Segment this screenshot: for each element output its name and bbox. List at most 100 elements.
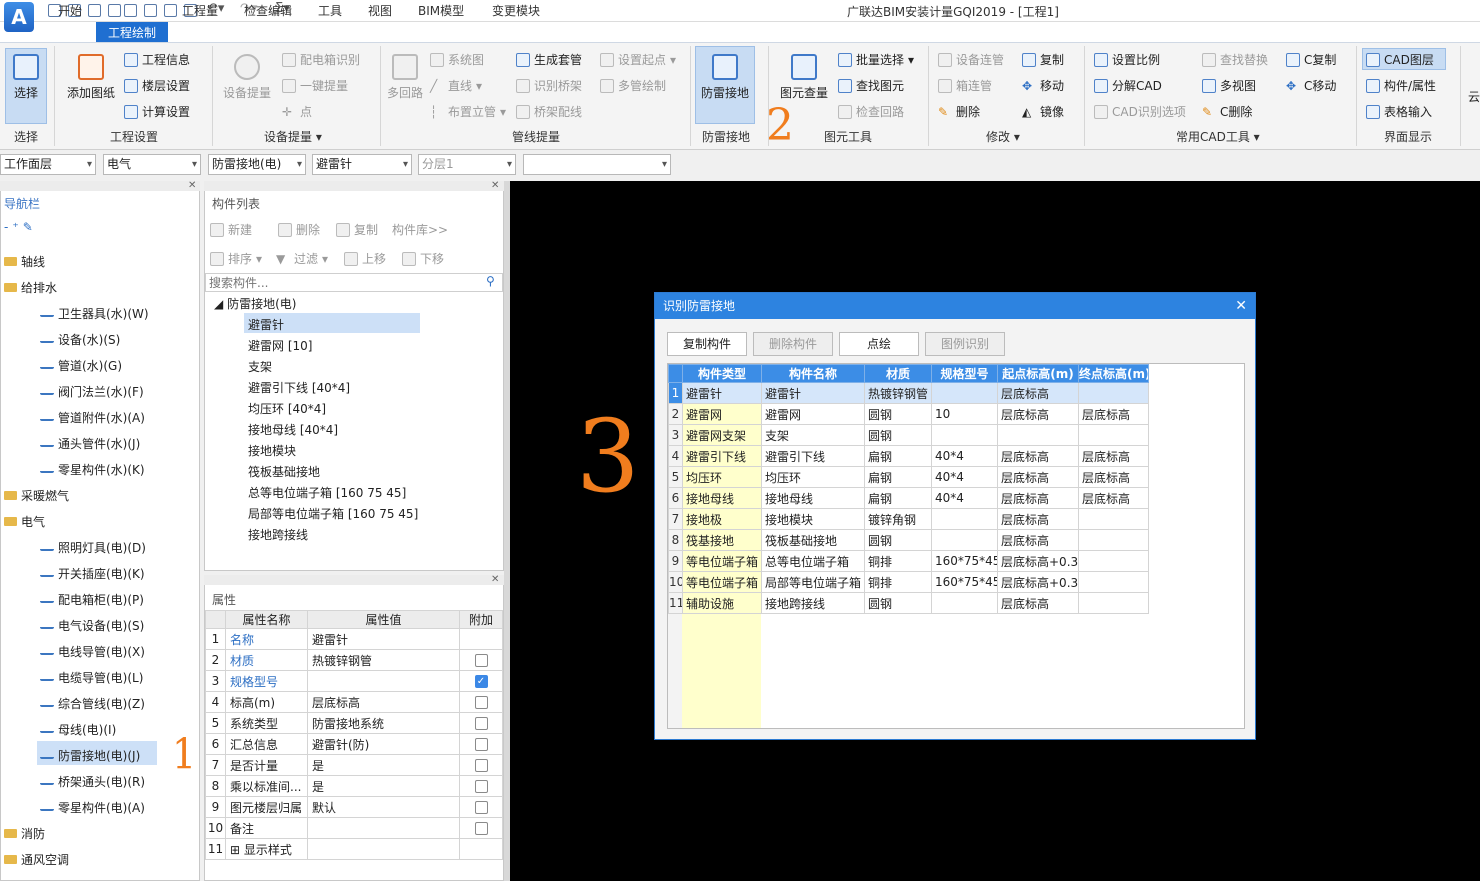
grid-cell[interactable]: 避雷网支架 — [682, 424, 762, 446]
edit-icon[interactable]: ✎ — [23, 220, 37, 234]
close-icon[interactable]: ✕ — [491, 574, 499, 585]
grid-cell[interactable]: 接地母线 — [761, 487, 865, 509]
grid-cell[interactable]: 避雷针 — [761, 382, 865, 404]
tree-item[interactable]: 接地跨接线 — [248, 526, 308, 543]
grid-cell[interactable]: 层底标高 — [1078, 487, 1149, 509]
tree-item[interactable]: 避雷针 — [248, 316, 284, 333]
component-search-input[interactable] — [205, 273, 503, 292]
delete-component-button[interactable]: 删除 — [278, 221, 320, 238]
property-value[interactable] — [307, 670, 460, 692]
menu-bim[interactable]: BIM模型 — [418, 2, 464, 19]
close-icon[interactable]: ✕ — [491, 180, 499, 191]
grid-cell[interactable]: 层底标高 — [997, 592, 1079, 614]
export-icon[interactable] — [124, 4, 137, 17]
one-key-button[interactable]: 一键提量 — [282, 77, 348, 94]
grid-cell[interactable]: 扁钢 — [864, 487, 932, 509]
nav-item[interactable]: 开关插座(电)(K) — [40, 560, 145, 586]
set-scale-button[interactable]: 设置比例 — [1094, 51, 1160, 68]
extra-select[interactable] — [523, 154, 671, 175]
expand-icon[interactable]: ⁺ — [12, 220, 22, 234]
multi-view-button[interactable]: 多视图 — [1202, 77, 1256, 94]
tree-item[interactable]: 接地模块 — [248, 442, 296, 459]
calc-icon[interactable] — [164, 4, 177, 17]
grid-cell[interactable]: 层底标高 — [1078, 466, 1149, 488]
calc-settings-button[interactable]: 计算设置 — [124, 103, 190, 120]
identify-tray-button[interactable]: 识别桥架 — [516, 77, 582, 94]
grid-cell[interactable]: 总等电位端子箱 — [761, 550, 865, 572]
cad-icon[interactable] — [108, 4, 121, 17]
nav-item[interactable]: 设备(水)(S) — [40, 326, 120, 352]
menu-start[interactable]: 开始 — [58, 2, 82, 19]
library-button[interactable]: 构件库>> — [392, 221, 448, 238]
property-value[interactable]: 避雷针(防) — [307, 733, 460, 755]
grid-cell[interactable] — [1078, 529, 1149, 551]
sort-button[interactable]: 排序 ▾ — [210, 250, 262, 267]
grid-cell[interactable]: 支架 — [761, 424, 865, 446]
nav-group[interactable]: 轴线 — [4, 248, 45, 274]
grid-cell[interactable]: 160*75*45 — [931, 550, 998, 572]
c-copy-button[interactable]: C复制 — [1286, 51, 1336, 68]
property-value[interactable]: 默认 — [307, 796, 460, 818]
grid-cell[interactable] — [931, 424, 998, 446]
discipline-select[interactable]: 电气 — [103, 154, 201, 175]
checkbox[interactable] — [474, 717, 488, 730]
grid-cell[interactable]: 扁钢 — [864, 445, 932, 467]
type-select[interactable]: 防雷接地(电) — [208, 154, 306, 175]
grid-cell[interactable]: 局部等电位端子箱 — [761, 571, 865, 593]
grid-row[interactable]: 8 筏基接地 筏板基础接地 圆钢 层底标高 — [668, 529, 1149, 551]
grid-cell[interactable]: 层底标高 — [1078, 403, 1149, 425]
grid-cell[interactable]: 等电位端子箱 — [682, 571, 762, 593]
move-button[interactable]: ✥ 移动 — [1022, 77, 1064, 94]
property-value[interactable] — [307, 838, 460, 860]
line-button[interactable]: ╱ 直线 ▾ — [430, 77, 482, 94]
nav-item[interactable]: 通头管件(水)(J) — [40, 430, 140, 456]
grid-cell[interactable]: 避雷网 — [682, 403, 762, 425]
menu-view[interactable]: 视图 — [368, 2, 392, 19]
tray-wire-button[interactable]: 桥架配线 — [516, 103, 582, 120]
grid-row[interactable]: 2 避雷网 避雷网 圆钢 10 层底标高 层底标高 — [668, 403, 1149, 425]
c-delete-button[interactable]: ✎ C删除 — [1202, 103, 1252, 120]
nav-item[interactable]: 卫生器具(水)(W) — [40, 300, 149, 326]
menu-tools[interactable]: 工具 — [318, 2, 342, 19]
checkbox[interactable] — [474, 696, 488, 709]
add-drawing-button[interactable]: 添加图纸 — [64, 54, 118, 101]
work-layer-select[interactable]: 工作面层 — [0, 154, 96, 175]
grid-cell[interactable]: 铜排 — [864, 550, 932, 572]
grid-cell[interactable]: 层底标高 — [997, 403, 1079, 425]
property-value[interactable]: 层底标高 — [307, 691, 460, 713]
system-map-button[interactable]: 系统图 — [430, 51, 484, 68]
expand-icon[interactable]: ⊞ — [230, 843, 244, 857]
gen-fitting-button[interactable]: 生成套管 — [516, 51, 582, 68]
tree-item[interactable]: 总等电位端子箱 [160 75 45] — [248, 484, 406, 501]
delete-component-button[interactable]: 删除构件 — [753, 332, 833, 356]
equipment-quantity-button[interactable]: 设备提量 — [220, 54, 274, 101]
project-info-button[interactable]: 工程信息 — [124, 51, 190, 68]
point-button[interactable]: ✛ 点 — [282, 103, 312, 120]
nav-item[interactable]: 母线(电)(I) — [40, 716, 116, 742]
grid-cell[interactable]: 圆钢 — [864, 424, 932, 446]
close-icon[interactable]: ✕ — [188, 180, 196, 191]
grid-cell[interactable] — [1078, 382, 1149, 404]
component-select[interactable]: 避雷针 — [312, 154, 412, 175]
nav-item[interactable]: 零星构件(电)(A) — [40, 794, 145, 820]
checkbox[interactable] — [474, 801, 488, 814]
nav-item[interactable]: 照明灯具(电)(D) — [40, 534, 146, 560]
grid-cell[interactable]: 40*4 — [931, 487, 998, 509]
grid-cell[interactable] — [931, 529, 998, 551]
floor-settings-button[interactable]: 楼层设置 — [124, 77, 190, 94]
grid-cell[interactable]: 层底标高+0.3 — [997, 571, 1079, 593]
new-component-button[interactable]: 新建 — [210, 221, 252, 238]
grid-cell[interactable]: 圆钢 — [864, 403, 932, 425]
property-value[interactable]: 防雷接地系统 — [307, 712, 460, 734]
element-query-button[interactable]: 图元查量 — [774, 54, 834, 101]
explode-cad-button[interactable]: 分解CAD — [1094, 77, 1162, 94]
grid-row[interactable]: 7 接地极 接地模块 镀锌角钢 层底标高 — [668, 508, 1149, 530]
nav-group[interactable]: 消防 — [4, 820, 45, 846]
tree-item[interactable]: 筏板基础接地 — [248, 463, 320, 480]
lightning-button[interactable]: 防雷接地 — [695, 54, 755, 101]
grid-cell[interactable]: 40*4 — [931, 445, 998, 467]
find-replace-button[interactable]: 查找替换 — [1202, 51, 1268, 68]
tree-item[interactable]: 局部等电位端子箱 [160 75 45] — [248, 505, 418, 522]
nav-item[interactable]: 电缆导管(电)(L) — [40, 664, 143, 690]
grid-cell[interactable]: 避雷网 — [761, 403, 865, 425]
